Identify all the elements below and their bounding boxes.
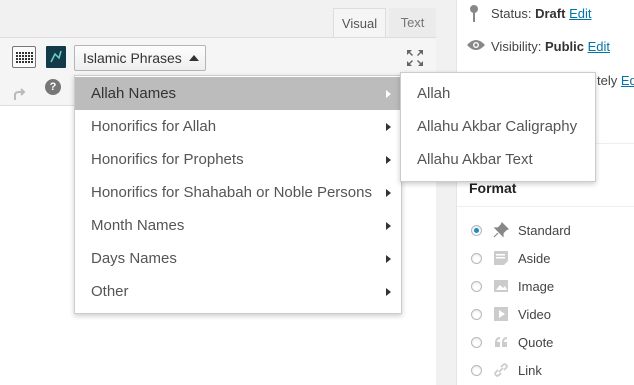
tab-visual[interactable]: Visual: [333, 8, 386, 37]
publish-row: tely Ed: [597, 73, 634, 88]
pin-icon: [492, 221, 510, 239]
menu-item-honorifics-allah[interactable]: Honorifics for Allah: [75, 110, 401, 143]
menu-item-honorifics-shahabah[interactable]: Honorifics for Shahabah or Noble Persons: [75, 176, 401, 209]
format-label: Standard: [518, 222, 571, 238]
menu-item-days-names[interactable]: Days Names: [75, 242, 401, 275]
status-label: Status:: [491, 6, 532, 21]
menu-item-honorifics-prophets[interactable]: Honorifics for Prophets: [75, 143, 401, 176]
format-label: Video: [518, 306, 552, 322]
chevron-right-icon: [386, 90, 391, 98]
menu-item-allah-names[interactable]: Allah Names: [75, 77, 401, 110]
submenu-item-allahu-akbar-caligraphy[interactable]: Allahu Akbar Caligraphy: [401, 110, 595, 143]
allah-names-submenu: Allah Allahu Akbar Caligraphy Allahu Akb…: [400, 72, 596, 182]
menu-item-month-names[interactable]: Month Names: [75, 209, 401, 242]
publish-edit-link[interactable]: Ed: [621, 73, 634, 88]
format-video[interactable]: Video: [471, 304, 551, 324]
eye-icon: [466, 38, 486, 55]
chevron-right-icon: [386, 189, 391, 197]
plugin-icon[interactable]: [46, 46, 66, 68]
menu-item-label: Allah Names: [91, 85, 177, 102]
keyboard-icon[interactable]: [12, 46, 36, 68]
menu-item-label: Honorifics for Prophets: [91, 151, 244, 168]
menu-item-other[interactable]: Other: [75, 275, 401, 308]
submenu-item-allahu-akbar-text[interactable]: Allahu Akbar Text: [401, 143, 595, 176]
format-label: Link: [518, 362, 542, 378]
menu-item-label: Honorifics for Shahabah or Noble Persons: [91, 184, 372, 201]
visibility-label: Visibility:: [491, 39, 542, 54]
format-standard[interactable]: Standard: [471, 220, 571, 240]
image-icon: [492, 277, 510, 295]
visibility-row: Visibility: Public Edit: [491, 39, 610, 54]
aside-icon: [492, 249, 510, 267]
divider: [457, 206, 634, 207]
link-icon: [492, 361, 510, 379]
radio-standard[interactable]: [471, 224, 482, 236]
format-label: Quote: [518, 334, 554, 350]
menu-item-label: Days Names: [91, 250, 177, 267]
radio-aside[interactable]: [471, 252, 482, 264]
chevron-right-icon: [386, 222, 391, 230]
menu-item-label: Month Names: [91, 217, 185, 234]
format-label: Aside: [518, 250, 551, 266]
islamic-phrases-label: Islamic Phrases: [83, 50, 182, 66]
radio-image[interactable]: [471, 280, 482, 292]
format-aside[interactable]: Aside: [471, 248, 551, 268]
fullscreen-icon[interactable]: [404, 48, 426, 68]
format-heading: Format: [469, 180, 517, 196]
triangle-up-icon: [189, 55, 199, 61]
key-pin-icon: [469, 4, 479, 27]
chevron-right-icon: [386, 255, 391, 263]
chevron-right-icon: [386, 123, 391, 131]
format-link[interactable]: Link: [471, 360, 542, 380]
format-label: Image: [518, 278, 555, 294]
chevron-right-icon: [386, 156, 391, 164]
status-value: Draft: [535, 6, 566, 21]
islamic-phrases-button[interactable]: Islamic Phrases: [74, 45, 206, 71]
menu-item-label: Other: [91, 283, 129, 300]
quote-icon: [492, 333, 510, 351]
radio-video[interactable]: [471, 308, 482, 320]
video-icon: [492, 305, 510, 323]
help-icon[interactable]: ?: [45, 79, 61, 95]
format-image[interactable]: Image: [471, 276, 554, 296]
menu-item-label: Honorifics for Allah: [91, 118, 217, 135]
format-quote[interactable]: Quote: [471, 332, 553, 352]
islamic-phrases-menu: Allah Names Honorifics for Allah Honorif…: [74, 75, 402, 314]
status-edit-link[interactable]: Edit: [569, 6, 591, 21]
publish-sidebar: Status: Draft Edit Visibility: Public Ed…: [456, 0, 634, 385]
radio-quote[interactable]: [471, 336, 482, 348]
visibility-edit-link[interactable]: Edit: [588, 39, 610, 54]
redo-icon[interactable]: [12, 86, 28, 102]
visibility-value: Public: [544, 39, 584, 54]
chevron-right-icon: [386, 288, 391, 296]
publish-partial-text: tely: [597, 73, 618, 88]
tab-text[interactable]: Text: [389, 8, 436, 37]
submenu-item-allah[interactable]: Allah: [401, 77, 595, 110]
radio-link[interactable]: [471, 364, 482, 376]
status-row: Status: Draft Edit: [491, 6, 591, 21]
